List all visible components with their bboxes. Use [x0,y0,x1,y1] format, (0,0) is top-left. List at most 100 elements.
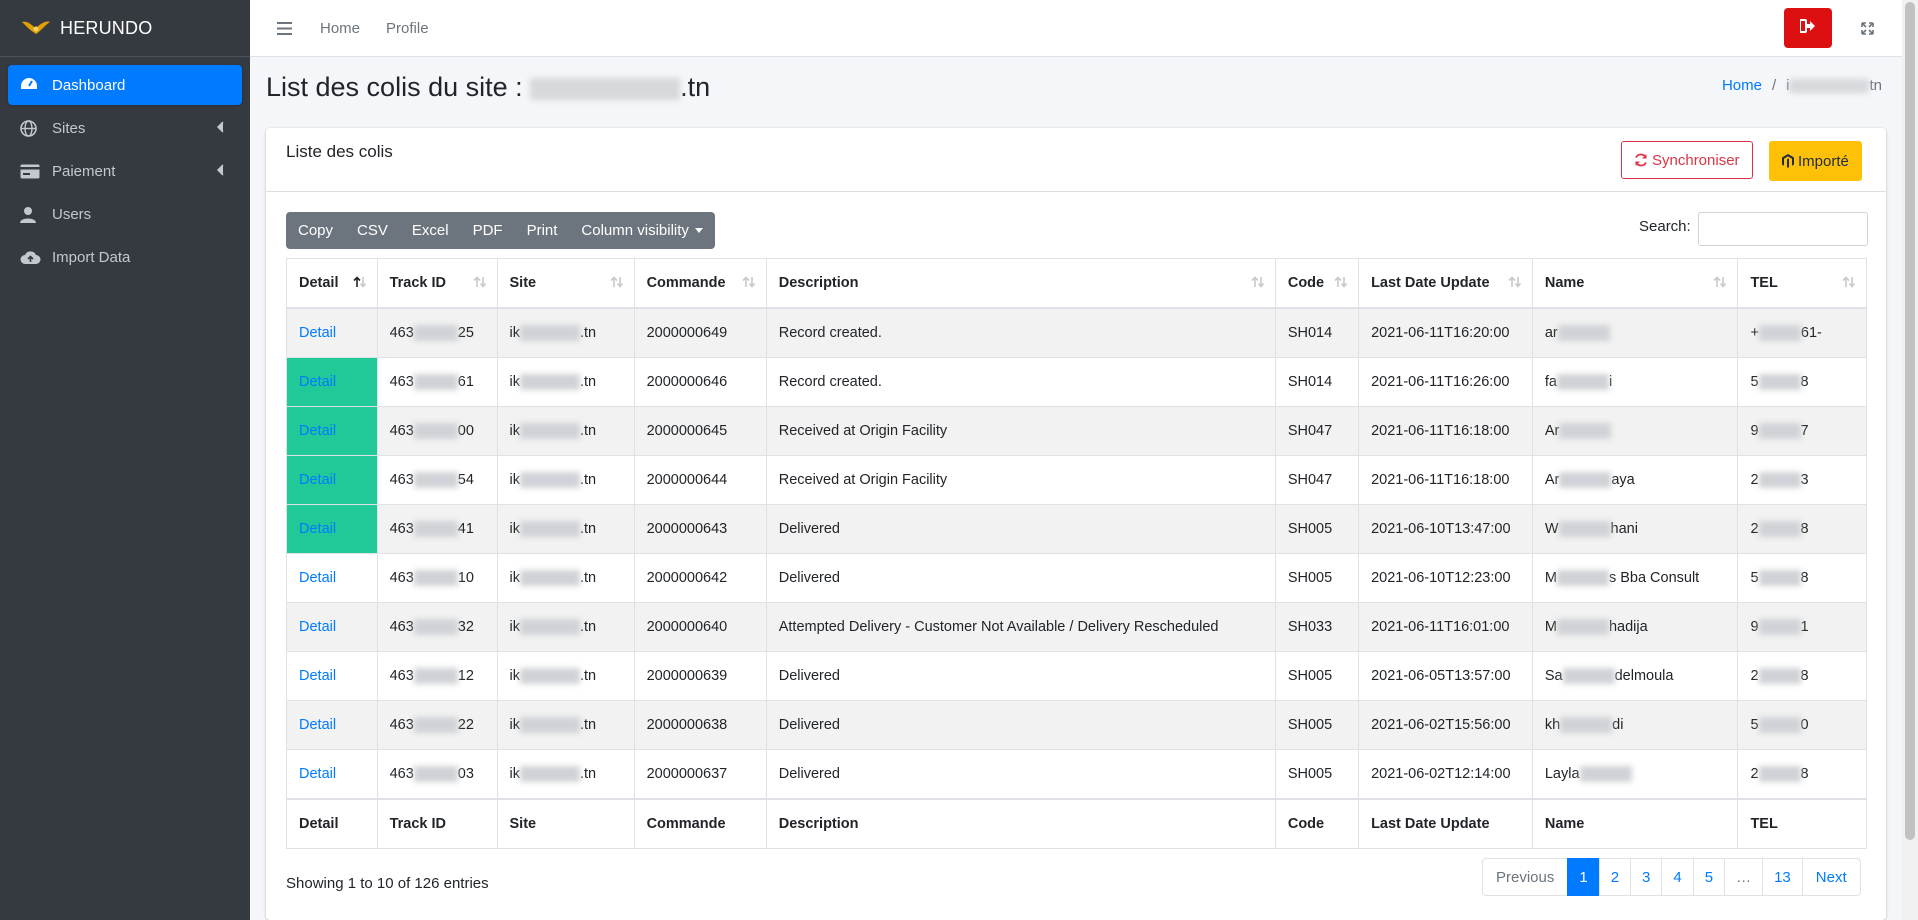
detail-link[interactable]: Detail [299,766,336,782]
cell-name: Mhadija [1531,602,1739,652]
page-button-5[interactable]: 5 [1692,858,1726,896]
detail-link[interactable]: Detail [299,619,336,635]
cell-detail: Detail [286,602,378,652]
scrollbar-thumb[interactable] [1905,2,1915,840]
detail-link[interactable]: Detail [299,717,336,733]
sign-out-icon [1799,19,1816,37]
column-header-last-date-update[interactable]: Last Date Update [1358,258,1533,309]
cell-tel: 97 [1737,406,1867,456]
cell-track-id: 463 32 [376,602,498,652]
table-row: Detail 463 00 ik .tn 2000000645 Received at Or… [286,406,1867,456]
cell-tel: +61- [1737,307,1867,358]
logout-button[interactable] [1784,8,1832,48]
print-button[interactable]: Print [515,212,570,249]
copy-button[interactable]: Copy [286,212,345,249]
page-button-2[interactable]: 2 [1598,858,1632,896]
detail-link[interactable]: Detail [299,374,336,390]
sidebar: HERUNDO Dashboard Sites Paiement Users I… [0,0,250,920]
column-footer-site: Site [496,798,635,849]
page-button-13[interactable]: 13 [1762,858,1803,896]
cell-commande: 2000000644 [633,455,767,505]
synchroniser-button[interactable]: Synchroniser [1621,141,1753,179]
credit-card-icon [20,164,44,179]
page-button-1[interactable]: 1 [1567,858,1600,896]
cell-code: SH005 [1274,651,1360,701]
cell-code: SH047 [1274,455,1360,505]
breadcrumb-current: i tn [1786,77,1882,94]
vertical-scrollbar[interactable] [1902,0,1918,920]
fullscreen-expand-icon[interactable] [1857,18,1877,38]
cell-detail: Detail [286,504,378,554]
page-button-4[interactable]: 4 [1661,858,1694,896]
column-header-description[interactable]: Description [765,258,1276,309]
card-header: Liste des colis Synchroniser Importé [266,128,1886,192]
detail-link[interactable]: Detail [299,570,336,586]
cell-track-id: 463 54 [376,455,498,505]
importe-button[interactable]: Importé [1769,141,1862,181]
colis-table: Detail Track ID Site Commande Description Cod… [286,258,1867,849]
excel-button[interactable]: Excel [400,212,461,249]
cell-detail: Detail [286,553,378,603]
detail-link[interactable]: Detail [299,325,336,341]
cell-description: Attempted Delivery - Customer Not Availa… [765,602,1276,652]
cell-description: Received at Origin Facility [765,406,1276,456]
cell-commande: 2000000646 [633,357,767,407]
colis-card: Liste des colis Synchroniser Importé Cop… [266,128,1886,920]
cell-site: ik .tn [496,504,635,554]
cell-commande: 2000000637 [633,749,767,800]
detail-link[interactable]: Detail [299,472,336,488]
cell-name: Ms Bba Consult [1531,553,1739,603]
cell-tel: 28 [1737,749,1867,800]
sidebar-item-sites[interactable]: Sites [8,108,242,148]
cell-detail: Detail [286,651,378,701]
column-header-name[interactable]: Name [1531,258,1739,309]
cell-name: kh di [1531,700,1739,750]
csv-button[interactable]: CSV [345,212,400,249]
next-page-button[interactable]: Next [1801,858,1861,896]
sidebar-item-users[interactable]: Users [8,194,242,234]
search-label: Search: [1639,218,1691,235]
breadcrumb-home[interactable]: Home [1722,77,1762,94]
column-footer-detail: Detail [286,798,378,849]
column-header-track-id[interactable]: Track ID [376,258,498,309]
page-title: List des colis du site : .tn [266,72,711,102]
sort-icon [742,276,756,292]
cell-last-date-update: 2021-06-11T16:26:00 [1358,357,1533,407]
cell-last-date-update: 2021-06-10T12:23:00 [1358,553,1533,603]
pdf-button[interactable]: PDF [461,212,515,249]
hamburger-menu-icon[interactable] [274,18,294,38]
nav-link-home[interactable]: Home [320,20,360,37]
cell-last-date-update: 2021-06-11T16:01:00 [1358,602,1533,652]
brand-name: HERUNDO [60,17,153,38]
detail-link[interactable]: Detail [299,668,336,684]
brand[interactable]: HERUNDO [0,0,250,57]
cell-site: ik .tn [496,357,635,407]
column-header-commande[interactable]: Commande [633,258,767,309]
sidebar-item-dashboard[interactable]: Dashboard [8,65,242,105]
column-header-tel[interactable]: TEL [1737,258,1867,309]
chevron-left-icon [216,163,224,180]
dashboard-icon [20,77,44,93]
caret-down-icon [694,228,703,233]
column-header-detail[interactable]: Detail [286,258,378,309]
sidebar-item-import-data[interactable]: Import Data [8,237,242,277]
table-header-row: Detail Track ID Site Commande Description Cod… [286,258,1867,309]
column-visibility-button[interactable]: Column visibility [569,212,715,249]
detail-link[interactable]: Detail [299,423,336,439]
cell-commande: 2000000638 [633,700,767,750]
previous-page-button: Previous [1482,858,1569,896]
cell-track-id: 463 12 [376,651,498,701]
detail-link[interactable]: Detail [299,521,336,537]
page-button-3[interactable]: 3 [1630,858,1663,896]
sidebar-item-label: Users [52,205,92,223]
sync-icon [1634,153,1648,167]
column-footer-code: Code [1274,798,1360,849]
nav-link-profile[interactable]: Profile [386,20,429,37]
column-header-code[interactable]: Code [1274,258,1360,309]
column-header-site[interactable]: Site [496,258,635,309]
cell-site: ik .tn [496,553,635,603]
sort-icon [472,276,487,292]
sidebar-nav: Dashboard Sites Paiement Users Import Da… [0,57,250,288]
sidebar-item-paiement[interactable]: Paiement [8,151,242,191]
search-input[interactable] [1698,212,1868,246]
